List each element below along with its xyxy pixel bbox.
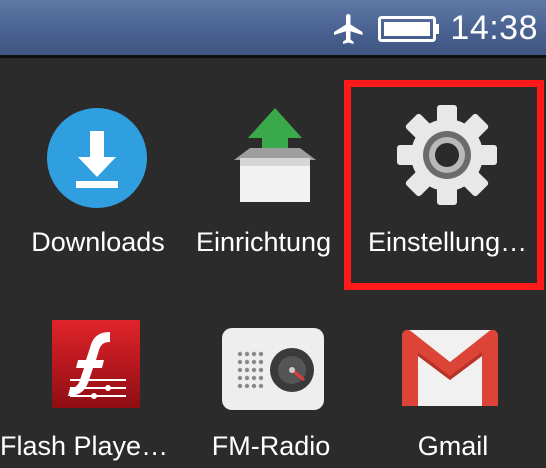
gmail-icon — [402, 329, 498, 406]
flash-player-icon — [52, 320, 140, 408]
download-icon — [47, 108, 147, 208]
highlight-box — [344, 80, 544, 290]
fm-radio-icon — [222, 328, 324, 410]
status-bar: 14:38 — [0, 0, 546, 58]
airplane-mode-icon — [334, 14, 363, 44]
app-label-downloads: Downloads — [31, 227, 165, 257]
status-time: 14:38 — [450, 9, 538, 47]
app-label-gmail: Gmail — [417, 431, 489, 461]
app-label-einrichtung: Einrichtung — [196, 227, 332, 257]
battery-full-icon — [378, 16, 439, 42]
app-label-fm-radio: FM-Radio — [211, 431, 331, 461]
app-label-flash-player: Flash Playe… — [0, 431, 169, 461]
setup-box-icon — [234, 108, 316, 202]
